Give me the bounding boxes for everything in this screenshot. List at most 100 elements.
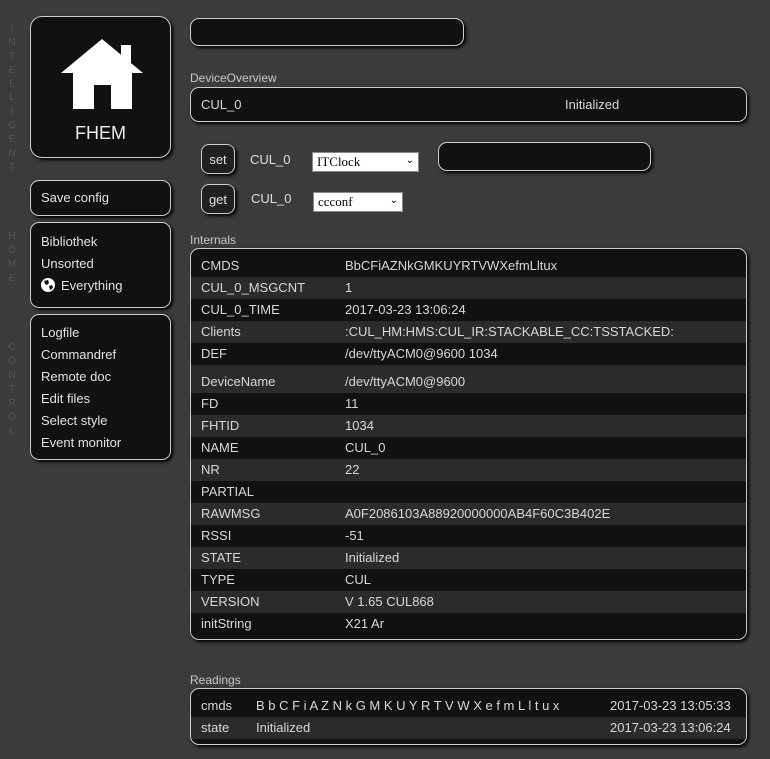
internal-value: 2017-03-23 13:06:24 bbox=[345, 302, 466, 317]
remote-doc-link[interactable]: Remote doc bbox=[31, 366, 170, 388]
readings-table: cmds B b C F i A Z N k G M K U Y R T V W … bbox=[190, 688, 747, 745]
set-button[interactable]: set bbox=[201, 144, 235, 174]
internal-name: CUL_0_MSGCNT bbox=[201, 280, 306, 295]
brand-letter bbox=[4, 300, 20, 314]
command-input[interactable] bbox=[190, 18, 464, 46]
brand-letter bbox=[4, 189, 20, 203]
internals-table: CMDS BbCFiAZNkGMKUYRTVWXefmLltux CUL_0_MSG… bbox=[190, 248, 747, 640]
internals-row: CUL_0_MSGCNT 1 bbox=[191, 277, 746, 299]
brand-letter: O bbox=[8, 411, 16, 423]
room-everything-label: Everything bbox=[61, 278, 123, 293]
brand-letter: E bbox=[8, 64, 16, 76]
room-unsorted[interactable]: Unsorted bbox=[31, 253, 170, 275]
get-command-select[interactable]: ccconf ⌄ bbox=[313, 192, 403, 212]
internals-row: STATE Initialized bbox=[191, 547, 746, 569]
internals-row: FHTID 1034 bbox=[191, 415, 746, 437]
internal-name: NR bbox=[201, 462, 220, 477]
brand-letter: O bbox=[8, 245, 16, 257]
internal-value: 11 bbox=[345, 396, 359, 411]
reading-row: state Initialized 2017-03-23 13:06:24 bbox=[191, 717, 746, 739]
internals-row: NR 22 bbox=[191, 459, 746, 481]
internal-value: -51 bbox=[345, 528, 364, 543]
brand-letter: L bbox=[9, 425, 15, 437]
internal-name: initString bbox=[201, 616, 252, 631]
internals-label: Internals bbox=[190, 233, 237, 247]
brand-letter: N bbox=[8, 148, 16, 160]
set-command-select[interactable]: ITClock ⌄ bbox=[312, 152, 419, 172]
select-style-link[interactable]: Select style bbox=[31, 410, 170, 432]
internal-value: :CUL_HM:HMS:CUL_IR:STACKABLE_CC:TSSTACKE… bbox=[345, 324, 674, 339]
internal-value: V 1.65 CUL868 bbox=[345, 594, 434, 609]
brand-letter: M bbox=[7, 259, 17, 271]
brand-letter: C bbox=[8, 342, 16, 354]
set-value-input[interactable] bbox=[438, 142, 651, 171]
overview-row: CUL_0 Initialized bbox=[191, 94, 746, 116]
internal-name: TYPE bbox=[201, 572, 235, 587]
internal-value: 22 bbox=[345, 462, 360, 477]
device-overview-table: CUL_0 Initialized bbox=[190, 87, 747, 122]
overview-state: Initialized bbox=[565, 97, 620, 112]
brand-letter bbox=[4, 203, 20, 217]
brand-letter bbox=[4, 216, 20, 230]
brand-letter: T bbox=[8, 50, 16, 62]
reading-name[interactable]: state bbox=[201, 717, 229, 739]
internal-value: Initialized bbox=[345, 550, 400, 565]
commandref-link[interactable]: Commandref bbox=[31, 344, 170, 366]
internal-name: RAWMSG bbox=[201, 506, 261, 521]
brand-letter: E bbox=[8, 273, 16, 285]
internal-name: FHTID bbox=[201, 418, 240, 433]
reading-row: cmds B b C F i A Z N k G M K U Y R T V W … bbox=[191, 695, 746, 717]
internal-name: CMDS bbox=[201, 258, 240, 273]
chevron-down-icon: ⌄ bbox=[405, 155, 414, 166]
internals-row: RSSI -51 bbox=[191, 525, 746, 547]
brand-letter: L bbox=[9, 92, 15, 104]
reading-time: 2017-03-23 13:05:33 bbox=[610, 698, 731, 713]
save-config-link[interactable]: Save config bbox=[31, 187, 170, 209]
internal-value: CUL bbox=[345, 572, 372, 587]
logfile-link[interactable]: Logfile bbox=[31, 322, 170, 344]
home-icon bbox=[61, 39, 143, 109]
internal-value: 1 bbox=[345, 280, 353, 295]
edit-files-link[interactable]: Edit files bbox=[31, 388, 170, 410]
internal-name: DEF bbox=[201, 346, 227, 361]
logo-text: FHEM bbox=[75, 123, 126, 143]
internal-value: CUL_0 bbox=[345, 440, 386, 455]
device-overview-label: DeviceOverview bbox=[190, 71, 277, 85]
brand-letter: H bbox=[8, 231, 16, 243]
reading-value: Initialized bbox=[256, 720, 311, 735]
brand-letter bbox=[4, 175, 20, 189]
vertical-brand-text: INTELLIGENTHOMECONTROL bbox=[4, 22, 20, 439]
internals-row: PARTIAL bbox=[191, 481, 746, 503]
event-monitor-link[interactable]: Event monitor bbox=[31, 432, 170, 454]
get-button[interactable]: get bbox=[201, 184, 235, 214]
readings-label: Readings bbox=[190, 673, 241, 687]
brand-letter: I bbox=[10, 106, 14, 118]
chevron-down-icon: ⌄ bbox=[389, 195, 398, 206]
get-device-label: CUL_0 bbox=[251, 191, 292, 206]
internals-row: VERSION V 1.65 CUL868 bbox=[191, 591, 746, 613]
brand-letter bbox=[4, 286, 20, 300]
internals-row: Clients :CUL_HM:HMS:CUL_IR:STACKABLE_CC:T… bbox=[191, 321, 746, 343]
set-device-label: CUL_0 bbox=[250, 152, 291, 167]
brand-letter: E bbox=[8, 134, 16, 146]
room-everything[interactable]: Everything bbox=[31, 275, 170, 297]
room-bibliothek[interactable]: Bibliothek bbox=[31, 231, 170, 253]
internal-name: Clients bbox=[201, 324, 241, 339]
internals-row: NAME CUL_0 bbox=[191, 437, 746, 459]
internal-value: A0F2086103A88920000000AB4F60C3B402E bbox=[345, 506, 611, 521]
reading-name[interactable]: cmds bbox=[201, 695, 232, 717]
fhem-home-logo[interactable]: FHEM bbox=[30, 16, 171, 158]
internal-value: X21 Ar bbox=[345, 616, 385, 631]
rooms-menu: Bibliothek Unsorted Everything bbox=[30, 222, 171, 308]
internal-name: CUL_0_TIME bbox=[201, 302, 280, 317]
overview-device-link[interactable]: CUL_0 bbox=[201, 94, 241, 116]
internals-row: TYPE CUL bbox=[191, 569, 746, 591]
reading-time: 2017-03-23 13:06:24 bbox=[610, 720, 731, 735]
internals-row: DEF/dev/ttyACM0@9600 1034 bbox=[191, 343, 746, 365]
internal-name: RSSI bbox=[201, 528, 232, 543]
brand-letter: N bbox=[8, 370, 16, 382]
brand-letter: O bbox=[8, 356, 16, 368]
brand-letter: R bbox=[8, 398, 16, 410]
internal-name: PARTIAL bbox=[201, 484, 254, 499]
set-command-value: ITClock bbox=[317, 154, 361, 169]
